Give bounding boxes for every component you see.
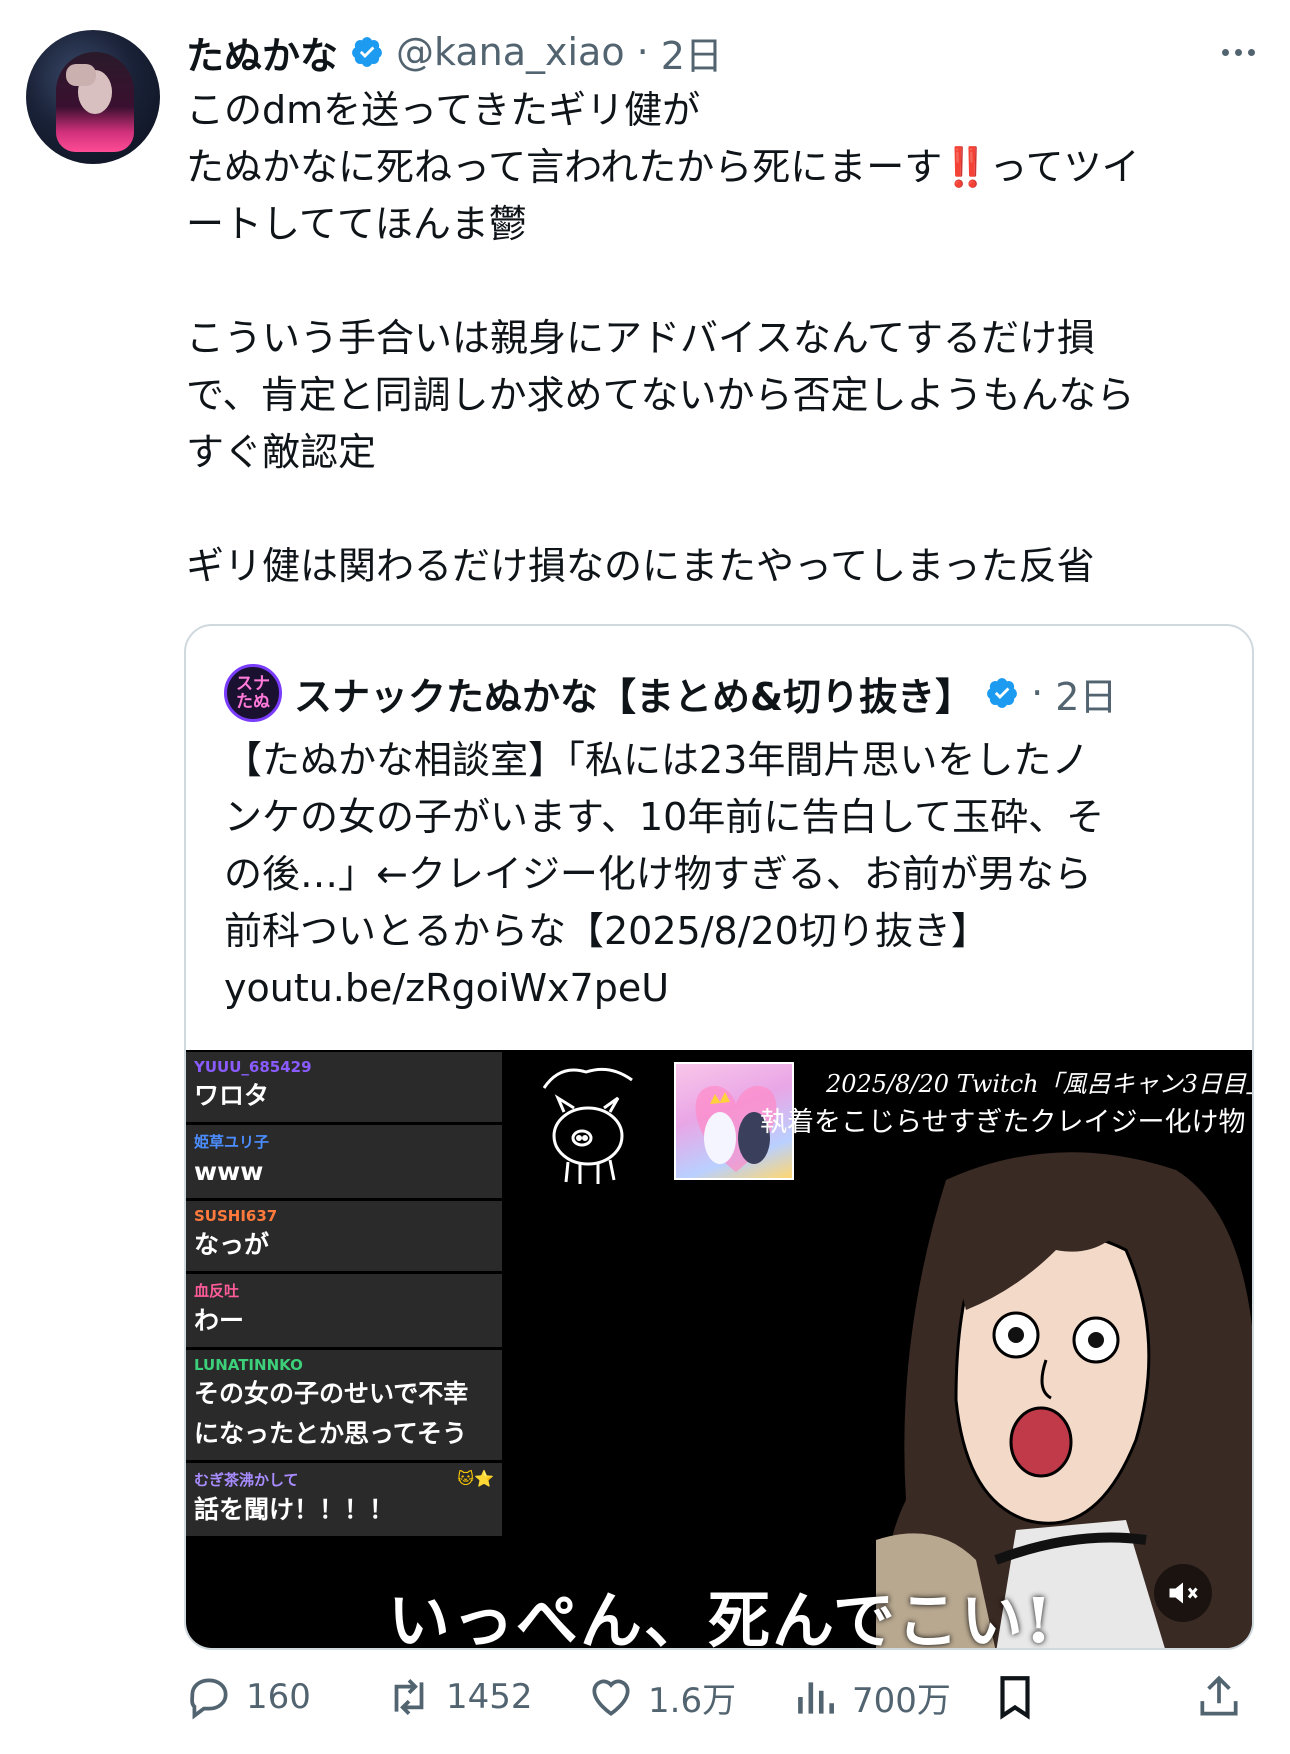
views-icon [798, 1682, 834, 1714]
tweet-line-2: たぬかなに死ねって言われたから死にまーす‼️ってツイ [186, 139, 1256, 196]
author-display-name[interactable]: たぬかな [186, 25, 338, 80]
chat-username-text: LUNATINNKO [194, 1356, 303, 1374]
stream-caption: 執着をこじらせすぎたクレイジー化け物 [760, 1107, 1246, 1138]
chat-message: その女の子のせいで不幸 になったとか思ってそう [194, 1379, 469, 1448]
quoted-tweet-header: スナ たぬ スナックたぬかな【まとめ&切り抜き】 · 2日 [224, 664, 1117, 722]
quoted-tweet-text: 【たぬかな相談室】「私には23年間片思いをしたノ ンケの女の子がいます、10年前… [224, 738, 1105, 1010]
verified-badge-icon [987, 678, 1018, 708]
chat-username-text: SUSHI637 [194, 1207, 278, 1225]
tweet-paragraph-3: ギリ健は関わるだけ損なのにまたやってしまった反省 [186, 544, 1095, 588]
chat-username-text: むぎ茶沸かして [194, 1471, 299, 1489]
author-avatar[interactable] [26, 30, 160, 164]
quoted-tweet-card[interactable]: スナ たぬ スナックたぬかな【まとめ&切り抜き】 · 2日 【たぬかな相談室】「私… [184, 624, 1254, 1650]
tweet-header: たぬかな @kana_xiao · 2日 [186, 24, 723, 80]
chat-item: YUUU_685429 ワロタ [186, 1052, 502, 1125]
tweet-line-2-tail: ってツイ [989, 145, 1140, 189]
avatar-text-bottom: たぬ [236, 692, 270, 712]
quoted-author-avatar[interactable]: スナ たぬ [224, 664, 282, 722]
share-icon [1200, 1675, 1238, 1716]
views-button[interactable]: 700万 [790, 1672, 951, 1722]
chat-username: 姫草ユリ子 [194, 1131, 494, 1152]
separator-dot: · [636, 30, 649, 74]
share-button[interactable] [1194, 1672, 1244, 1722]
verified-badge-icon [352, 37, 382, 67]
chat-message: www [194, 1157, 264, 1186]
chat-username-text: 姫草ユリ子 [194, 1133, 270, 1151]
video-subtitle: いっぺん、死んでこい! [387, 1584, 1055, 1650]
chat-username: LUNATINNKO [194, 1356, 494, 1374]
repost-count: 1452 [446, 1677, 533, 1717]
chat-username: 血反吐 [194, 1280, 494, 1301]
like-button[interactable]: 1.6万 [586, 1672, 736, 1722]
tweet-line-1: このdmを送ってきたギリ健が [186, 88, 701, 132]
mute-icon[interactable] [1154, 1564, 1212, 1622]
double-exclamation-emoji: ‼️ [942, 145, 990, 189]
chat-message: ワロタ [194, 1081, 270, 1110]
stream-info-text: 2025/8/20 Twitch「風呂キャン3日目」 [826, 1070, 1254, 1098]
reply-button[interactable]: 160 [184, 1672, 311, 1722]
chat-item: 姫草ユリ子 www [186, 1125, 502, 1201]
avatar-hand [66, 64, 96, 86]
tweet-actions: 160 1452 1.6万 700万 [184, 1666, 1254, 1736]
chat-item: LUNATINNKO その女の子のせいで不幸 になったとか思ってそう [186, 1350, 502, 1463]
tweet-text: このdmを送ってきたギリ健が たぬかなに死ねって言われたから死にまーす‼️ってツ… [186, 82, 1256, 595]
views-count: 700万 [852, 1680, 951, 1721]
repost-icon [394, 1679, 424, 1715]
quoted-tweet-time[interactable]: 2日 [1055, 666, 1117, 721]
avatar-text-top: スナ [236, 674, 270, 694]
chat-overlay: YUUU_685429 ワロタ 姫草ユリ子 www SUSHI637 なっが 血反吐 わー LU… [186, 1052, 502, 1539]
chat-username-text: 血反吐 [194, 1282, 240, 1300]
chat-message: 話を聞け！！！！ [194, 1495, 395, 1524]
tweet-line-3: ートしててほんま鬱 [186, 202, 527, 246]
chat-message: なっが [194, 1230, 270, 1259]
chat-badges: 🐱⭐ [457, 1469, 494, 1488]
tweet-paragraph-2: こういう手合いは親身にアドバイスなんてするだけ損 で、肯定と同調しか求めてないか… [186, 316, 1135, 474]
chat-username-text: YUUU_685429 [194, 1058, 312, 1076]
separator-dot: · [1031, 671, 1044, 715]
chat-username: YUUU_685429 [194, 1058, 494, 1076]
more-icon[interactable] [1216, 32, 1260, 72]
chat-username: むぎ茶沸かして 🐱⭐ [194, 1469, 494, 1490]
like-count: 1.6万 [648, 1680, 737, 1721]
tweet-line-2-text: たぬかなに死ねって言われたから死にまーす [186, 145, 943, 189]
chat-username: SUSHI637 [194, 1207, 494, 1225]
bookmark-icon [1000, 1676, 1030, 1720]
chat-item: むぎ茶沸かして 🐱⭐ 話を聞け！！！！ [186, 1463, 502, 1539]
chat-item: 血反吐 わー [186, 1274, 502, 1350]
tweet-time[interactable]: 2日 [661, 25, 723, 80]
author-handle[interactable]: @kana_xiao [396, 30, 625, 74]
chat-item: SUSHI637 なっが [186, 1201, 502, 1274]
reply-icon [190, 1678, 228, 1720]
reply-count: 160 [246, 1677, 311, 1717]
chat-message: わー [194, 1306, 245, 1335]
quoted-author-name[interactable]: スナックたぬかな【まとめ&切り抜き】 [294, 666, 973, 721]
pig-logo-icon [542, 1067, 633, 1184]
like-icon [592, 1679, 630, 1716]
repost-button[interactable]: 1452 [384, 1672, 533, 1722]
video-player[interactable]: YUUU_685429 ワロタ 姫草ユリ子 www SUSHI637 なっが 血反吐 わー LU… [186, 1050, 1254, 1650]
bookmark-button[interactable] [990, 1672, 1040, 1722]
